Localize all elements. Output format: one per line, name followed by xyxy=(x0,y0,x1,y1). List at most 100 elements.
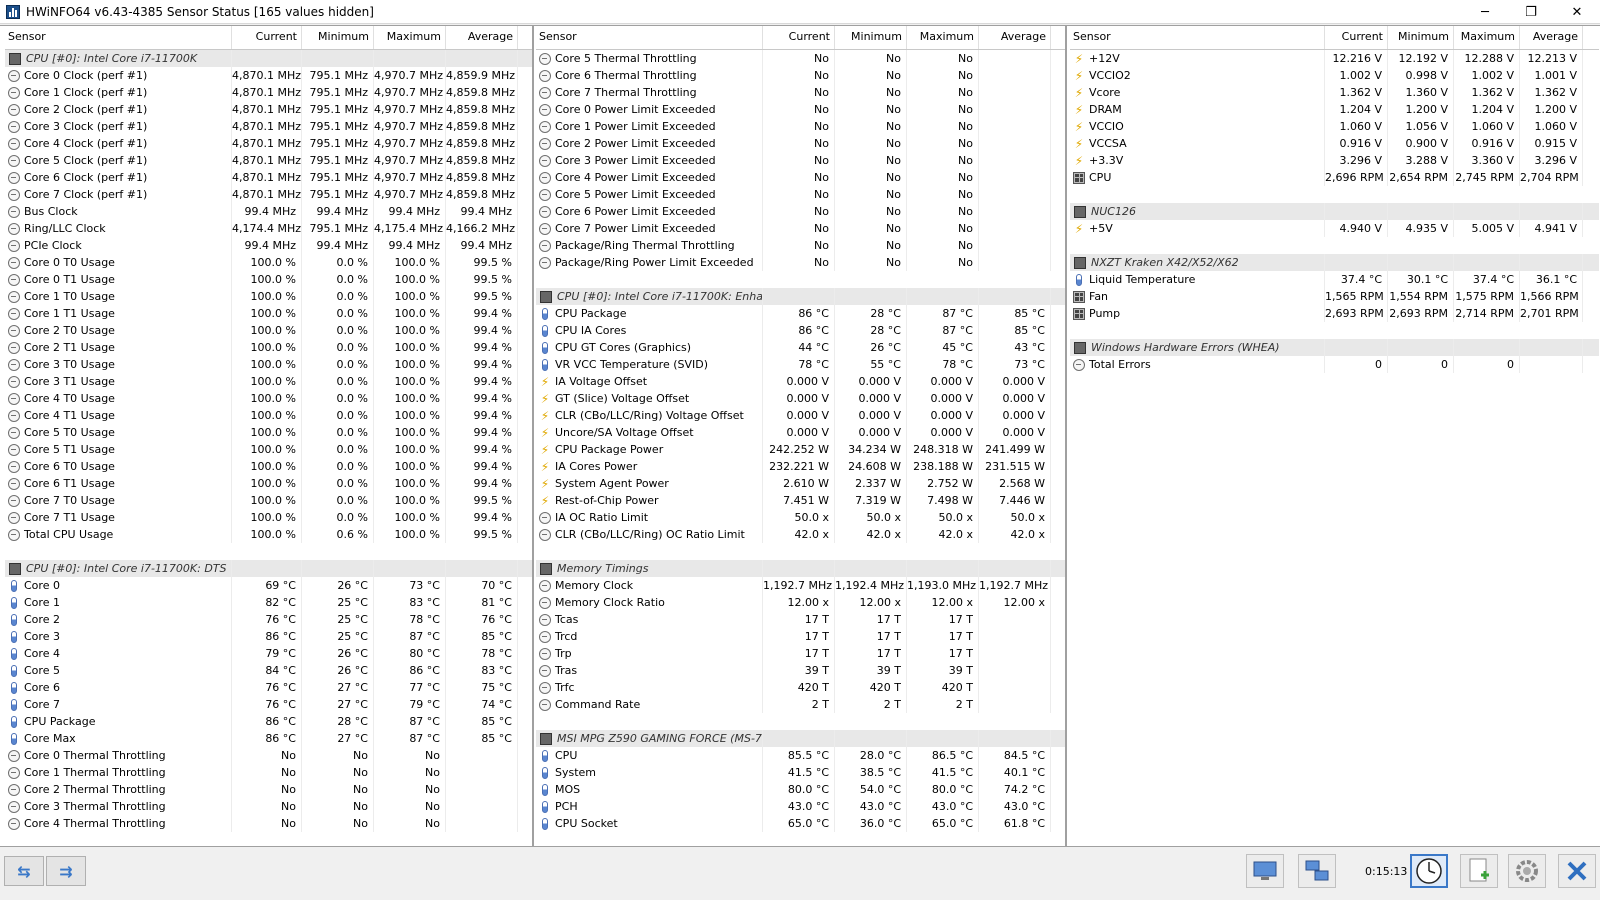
sensor-row[interactable]: CPU GT Cores (Graphics) 44 °C 26 °C 45 °C 43… xyxy=(536,339,1065,356)
sensor-row[interactable]: Core 3 Thermal Throttling No No No xyxy=(5,798,532,815)
sensor-row[interactable]: Core 6 Thermal Throttling No No No xyxy=(536,67,1065,84)
sensor-row[interactable]: ⚡ Vcore 1.362 V 1.360 V 1.362 V 1.362 V xyxy=(1070,84,1599,101)
sensor-row[interactable]: ⚡ +3.3V 3.296 V 3.288 V 3.360 V 3.296 V xyxy=(1070,152,1599,169)
sensor-row[interactable]: Core 6 Clock (perf #1) 4,870.1 MHz 795.1 M… xyxy=(5,169,532,186)
clock-icon[interactable] xyxy=(1410,854,1448,888)
sensor-row[interactable]: Core 0 Power Limit Exceeded No No No xyxy=(536,101,1065,118)
sensor-row[interactable]: Bus Clock 99.4 MHz 99.4 MHz 99.4 MHz 99.4 MH… xyxy=(5,203,532,220)
sensor-row[interactable]: CPU Package 86 °C 28 °C 87 °C 85 °C xyxy=(5,713,532,730)
column-header-sensor[interactable]: Sensor xyxy=(1070,26,1325,49)
sensor-row[interactable]: Core 2 Thermal Throttling No No No xyxy=(5,781,532,798)
sensor-group-header[interactable]: NUC126 xyxy=(1070,203,1599,220)
sensor-row[interactable]: PCH 43.0 °C 43.0 °C 43.0 °C 43.0 °C xyxy=(536,798,1065,815)
sensor-row[interactable]: Trfc 420 T 420 T 420 T xyxy=(536,679,1065,696)
sensor-row[interactable]: Core 6 76 °C 27 °C 77 °C 75 °C xyxy=(5,679,532,696)
sensor-row[interactable]: VR VCC Temperature (SVID) 78 °C 55 °C 78 °C… xyxy=(536,356,1065,373)
sensor-row[interactable]: ⚡ DRAM 1.204 V 1.200 V 1.204 V 1.200 V xyxy=(1070,101,1599,118)
sensor-row[interactable]: Core 1 T0 Usage 100.0 % 0.0 % 100.0 % 99.5 % xyxy=(5,288,532,305)
sensor-row[interactable]: Core 6 T0 Usage 100.0 % 0.0 % 100.0 % 99.4 % xyxy=(5,458,532,475)
sensor-row[interactable]: Package/Ring Power Limit Exceeded No No No xyxy=(536,254,1065,271)
sensor-row[interactable]: Core 7 Clock (perf #1) 4,870.1 MHz 795.1 M… xyxy=(5,186,532,203)
sensor-row[interactable]: Core 5 T1 Usage 100.0 % 0.0 % 100.0 % 99.4 % xyxy=(5,441,532,458)
sensor-row[interactable]: Core 4 T0 Usage 100.0 % 0.0 % 100.0 % 99.4 % xyxy=(5,390,532,407)
monitor-icon[interactable] xyxy=(1246,854,1284,888)
sensor-row[interactable]: Core 7 T1 Usage 100.0 % 0.0 % 100.0 % 99.4 % xyxy=(5,509,532,526)
sensor-row[interactable]: Core 7 Thermal Throttling No No No xyxy=(536,84,1065,101)
sensor-row[interactable]: Trp 17 T 17 T 17 T xyxy=(536,645,1065,662)
sensor-row[interactable]: Core 3 Power Limit Exceeded No No No xyxy=(536,152,1065,169)
sensor-group-header[interactable]: Memory Timings xyxy=(536,560,1065,577)
sensor-row[interactable]: ⚡ GT (Slice) Voltage Offset 0.000 V 0.000 V… xyxy=(536,390,1065,407)
sensor-row[interactable]: Core 5 84 °C 26 °C 86 °C 83 °C xyxy=(5,662,532,679)
report-icon[interactable] xyxy=(1460,854,1498,888)
column-header-sensor[interactable]: Sensor xyxy=(5,26,232,49)
sensor-row[interactable]: Core 7 76 °C 27 °C 79 °C 74 °C xyxy=(5,696,532,713)
sensor-row[interactable]: Core 1 T1 Usage 100.0 % 0.0 % 100.0 % 99.4 % xyxy=(5,305,532,322)
sensor-row[interactable]: Core 0 69 °C 26 °C 73 °C 70 °C xyxy=(5,577,532,594)
sensor-row[interactable]: Core 7 T0 Usage 100.0 % 0.0 % 100.0 % 99.5 % xyxy=(5,492,532,509)
minimize-button[interactable]: ─ xyxy=(1462,0,1508,24)
column-header-average[interactable]: Average xyxy=(446,26,518,49)
sensor-row[interactable]: Core 1 Power Limit Exceeded No No No xyxy=(536,118,1065,135)
sensor-row[interactable]: ⚡ CLR (CBo/LLC/Ring) Voltage Offset 0.000 … xyxy=(536,407,1065,424)
sensor-row[interactable]: Tcas 17 T 17 T 17 T xyxy=(536,611,1065,628)
sensor-row[interactable]: CPU IA Cores 86 °C 28 °C 87 °C 85 °C xyxy=(536,322,1065,339)
sensor-panel-2[interactable]: Sensor Current Minimum Maximum Average Core 5… xyxy=(536,26,1067,846)
column-header-sensor[interactable]: Sensor xyxy=(536,26,763,49)
column-header-maximum[interactable]: Maximum xyxy=(374,26,446,49)
column-header-current[interactable]: Current xyxy=(232,26,302,49)
sensor-row[interactable]: PCIe Clock 99.4 MHz 99.4 MHz 99.4 MHz 99.4 M… xyxy=(5,237,532,254)
sensor-group-header[interactable]: CPU [#0]: Intel Core i7-11700K: Enhanced xyxy=(536,288,1065,305)
sensor-row[interactable]: Core 4 Thermal Throttling No No No xyxy=(5,815,532,832)
sensor-row[interactable]: ⚡ +5V 4.940 V 4.935 V 5.005 V 4.941 V xyxy=(1070,220,1599,237)
sensor-row[interactable]: Core 5 Power Limit Exceeded No No No xyxy=(536,186,1065,203)
sensor-row[interactable]: Core 5 Clock (perf #1) 4,870.1 MHz 795.1 M… xyxy=(5,152,532,169)
column-header-maximum[interactable]: Maximum xyxy=(1454,26,1520,49)
network-icon[interactable] xyxy=(1298,854,1336,888)
sensor-row[interactable]: Core 3 T1 Usage 100.0 % 0.0 % 100.0 % 99.4 % xyxy=(5,373,532,390)
close-window-button[interactable]: ✕ xyxy=(1554,0,1600,24)
sensor-row[interactable]: Command Rate 2 T2 T2 T xyxy=(536,696,1065,713)
sensor-row[interactable]: MOS 80.0 °C 54.0 °C 80.0 °C 74.2 °C xyxy=(536,781,1065,798)
sensor-row[interactable]: Core 7 Power Limit Exceeded No No No xyxy=(536,220,1065,237)
sensor-row[interactable]: Pump 2,693 RPM 2,693 RPM 2,714 RPM 2,701 RPM xyxy=(1070,305,1599,322)
sensor-row[interactable]: Core 2 Clock (perf #1) 4,870.1 MHz 795.1 M… xyxy=(5,101,532,118)
column-header-maximum[interactable]: Maximum xyxy=(907,26,979,49)
sensor-row[interactable]: Core 2 T0 Usage 100.0 % 0.0 % 100.0 % 99.4 % xyxy=(5,322,532,339)
column-header-current[interactable]: Current xyxy=(763,26,835,49)
sensor-row[interactable]: Core 3 Clock (perf #1) 4,870.1 MHz 795.1 M… xyxy=(5,118,532,135)
column-header-minimum[interactable]: Minimum xyxy=(1388,26,1454,49)
sensor-row[interactable]: Core 1 82 °C 25 °C 83 °C 81 °C xyxy=(5,594,532,611)
sensor-row[interactable]: ⚡ VCCIO2 1.002 V 0.998 V 1.002 V 1.001 V xyxy=(1070,67,1599,84)
sensor-row[interactable]: CPU Socket 65.0 °C 36.0 °C 65.0 °C 61.8 °C xyxy=(536,815,1065,832)
column-header-average[interactable]: Average xyxy=(1520,26,1583,49)
sensor-row[interactable]: ⚡ Rest-of-Chip Power 7.451 W 7.319 W 7.498 W… xyxy=(536,492,1065,509)
sensor-group-header[interactable]: NXZT Kraken X42/X52/X62 xyxy=(1070,254,1599,271)
column-header-average[interactable]: Average xyxy=(979,26,1051,49)
sensor-row[interactable]: Ring/LLC Clock 4,174.4 MHz 795.1 MHz 4,175.… xyxy=(5,220,532,237)
sensor-row[interactable]: Core 2 76 °C 25 °C 78 °C 76 °C xyxy=(5,611,532,628)
sensor-row[interactable]: Core 4 79 °C 26 °C 80 °C 78 °C xyxy=(5,645,532,662)
column-header-current[interactable]: Current xyxy=(1325,26,1388,49)
sensor-row[interactable]: Core 5 T0 Usage 100.0 % 0.0 % 100.0 % 99.4 % xyxy=(5,424,532,441)
column-header-minimum[interactable]: Minimum xyxy=(835,26,907,49)
sensor-group-header[interactable]: CPU [#0]: Intel Core i7-11700K xyxy=(5,50,532,67)
sensor-row[interactable]: Memory Clock 1,192.7 MHz 1,192.4 MHz 1,193.… xyxy=(536,577,1065,594)
sensor-row[interactable]: Core 0 T0 Usage 100.0 % 0.0 % 100.0 % 99.5 % xyxy=(5,254,532,271)
sensor-group-header[interactable]: Windows Hardware Errors (WHEA) xyxy=(1070,339,1599,356)
sensor-row[interactable]: Core 6 T1 Usage 100.0 % 0.0 % 100.0 % 99.4 % xyxy=(5,475,532,492)
sensor-row[interactable]: Core 4 Clock (perf #1) 4,870.1 MHz 795.1 M… xyxy=(5,135,532,152)
sensor-row[interactable]: Core 4 T1 Usage 100.0 % 0.0 % 100.0 % 99.4 % xyxy=(5,407,532,424)
sensor-row[interactable]: IA OC Ratio Limit 50.0 x 50.0 x 50.0 x 50.0 … xyxy=(536,509,1065,526)
sensor-group-header[interactable]: CPU [#0]: Intel Core i7-11700K: DTS xyxy=(5,560,532,577)
sensor-row[interactable]: Core 4 Power Limit Exceeded No No No xyxy=(536,169,1065,186)
sensor-row[interactable]: CPU 85.5 °C 28.0 °C 86.5 °C 84.5 °C xyxy=(536,747,1065,764)
sensor-row[interactable]: System 41.5 °C 38.5 °C 41.5 °C 40.1 °C xyxy=(536,764,1065,781)
sensor-row[interactable]: Core 2 Power Limit Exceeded No No No xyxy=(536,135,1065,152)
column-header-minimum[interactable]: Minimum xyxy=(302,26,374,49)
sensor-row[interactable]: Liquid Temperature 37.4 °C 30.1 °C 37.4 °C 3… xyxy=(1070,271,1599,288)
nav-right-icon[interactable]: ⇉ xyxy=(46,856,86,886)
sensor-group-header[interactable]: MSI MPG Z590 GAMING FORCE (MS-7D06... xyxy=(536,730,1065,747)
close-icon[interactable] xyxy=(1558,854,1596,888)
sensor-row[interactable]: ⚡ Uncore/SA Voltage Offset 0.000 V 0.000 V0… xyxy=(536,424,1065,441)
